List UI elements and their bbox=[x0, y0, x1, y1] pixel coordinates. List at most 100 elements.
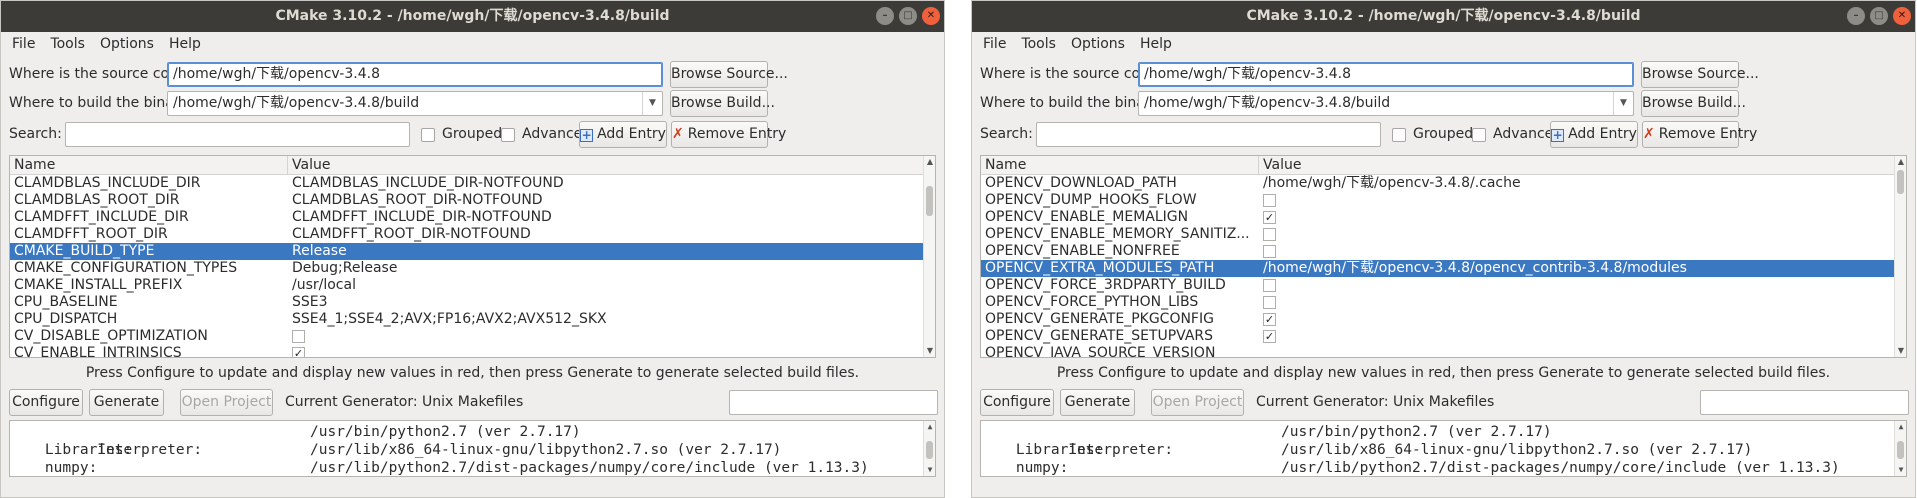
col-name-header[interactable]: Name bbox=[981, 156, 1259, 174]
open-project-button[interactable]: Open Project bbox=[180, 389, 273, 416]
maximize-icon[interactable]: □ bbox=[899, 7, 917, 25]
grouped-checkbox[interactable] bbox=[1392, 128, 1406, 142]
entry-value[interactable]: /home/wgh/下载/opencv-3.4.8/.cache bbox=[1259, 175, 1906, 192]
table-row[interactable]: CV_DISABLE_OPTIMIZATION bbox=[10, 328, 935, 345]
entry-checkbox[interactable]: ✓ bbox=[1263, 313, 1276, 326]
entry-value[interactable]: /home/wgh/下载/opencv-3.4.8/opencv_contrib… bbox=[1259, 260, 1906, 277]
table-row[interactable]: OPENCV_FORCE_PYTHON_LIBS bbox=[981, 294, 1906, 311]
scroll-thumb[interactable] bbox=[926, 186, 933, 216]
scroll-down-icon[interactable]: ▼ bbox=[1895, 464, 1906, 476]
table-row[interactable]: CMAKE_BUILD_TYPE Release bbox=[10, 243, 935, 260]
entry-checkbox[interactable] bbox=[292, 330, 305, 343]
chevron-down-icon[interactable]: ▼ bbox=[1613, 92, 1633, 115]
output-scrollbar[interactable]: ▲ ▼ bbox=[923, 421, 935, 476]
col-name-header[interactable]: Name bbox=[10, 156, 288, 174]
minimize-icon[interactable]: – bbox=[876, 7, 894, 25]
maximize-icon[interactable]: □ bbox=[1870, 7, 1888, 25]
source-input[interactable]: /home/wgh/下载/opencv-3.4.8 bbox=[167, 62, 663, 87]
entry-checkbox[interactable] bbox=[1263, 228, 1276, 241]
table-row[interactable]: CLAMDBLAS_ROOT_DIR CLAMDBLAS_ROOT_DIR-NOT… bbox=[10, 192, 935, 209]
scroll-down-icon[interactable]: ▼ bbox=[924, 464, 935, 476]
scroll-up-icon[interactable]: ▲ bbox=[924, 421, 935, 433]
output-log[interactable]: Interpreter: /usr/bin/python2.7 (ver 2.7… bbox=[9, 420, 936, 477]
table-row[interactable]: OPENCV_DUMP_HOOKS_FLOW bbox=[981, 192, 1906, 209]
cache-table[interactable]: Name Value CLAMDBLAS_INCLUDE_DIR CLAMDBLA… bbox=[9, 155, 936, 358]
table-row[interactable]: OPENCV_ENABLE_MEMALIGN ✓ bbox=[981, 209, 1906, 226]
menu-options[interactable]: Options bbox=[93, 32, 162, 56]
menu-help[interactable]: Help bbox=[162, 32, 209, 56]
output-log[interactable]: Interpreter: /usr/bin/python2.7 (ver 2.7… bbox=[980, 420, 1907, 477]
menu-help[interactable]: Help bbox=[1133, 32, 1180, 56]
table-row[interactable]: OPENCV_FORCE_3RDPARTY_BUILD bbox=[981, 277, 1906, 294]
entry-checkbox[interactable]: ✓ bbox=[1263, 330, 1276, 343]
browse-build-button[interactable]: Browse Build... bbox=[1641, 90, 1746, 117]
add-entry-button[interactable]: + Add Entry bbox=[1550, 121, 1638, 148]
scroll-up-icon[interactable]: ▲ bbox=[924, 156, 935, 168]
table-row[interactable]: CLAMDFFT_INCLUDE_DIR CLAMDFFT_INCLUDE_DIR… bbox=[10, 209, 935, 226]
table-row[interactable]: CPU_DISPATCH SSE4_1;SSE4_2;AVX;FP16;AVX2;… bbox=[10, 311, 935, 328]
table-row[interactable]: CPU_BASELINE SSE3 bbox=[10, 294, 935, 311]
table-row[interactable]: OPENCV_GENERATE_PKGCONFIG ✓ bbox=[981, 311, 1906, 328]
build-combo[interactable]: /home/wgh/下载/opencv-3.4.8/build ▼ bbox=[167, 91, 663, 116]
title-bar[interactable]: CMake 3.10.2 - /home/wgh/下载/opencv-3.4.8… bbox=[972, 1, 1915, 32]
table-row[interactable]: CV_ENABLE_INTRINSICS ✓ bbox=[10, 345, 935, 357]
configure-button[interactable]: Configure bbox=[9, 389, 83, 416]
table-row[interactable]: OPENCV_EXTRA_MODULES_PATH/home/wgh/下载/op… bbox=[981, 260, 1906, 277]
configure-button[interactable]: Configure bbox=[980, 389, 1054, 416]
table-scrollbar[interactable]: ▲ ▼ bbox=[923, 156, 935, 357]
title-bar[interactable]: CMake 3.10.2 - /home/wgh/下载/opencv-3.4.8… bbox=[1, 1, 944, 32]
entry-value[interactable]: SSE4_1;SSE4_2;AVX;FP16;AVX2;AVX512_SKX bbox=[288, 311, 935, 328]
menu-file[interactable]: File bbox=[5, 32, 43, 56]
menu-tools[interactable]: Tools bbox=[43, 32, 93, 56]
grouped-checkbox[interactable] bbox=[421, 128, 435, 142]
remove-entry-button[interactable]: ✗ Remove Entry bbox=[671, 121, 786, 148]
entry-value[interactable] bbox=[1259, 345, 1906, 357]
scroll-thumb[interactable] bbox=[926, 441, 933, 459]
close-icon[interactable]: ✕ bbox=[1893, 7, 1911, 25]
entry-value[interactable]: CLAMDFFT_ROOT_DIR-NOTFOUND bbox=[288, 226, 935, 243]
table-row[interactable]: OPENCV_DOWNLOAD_PATH/home/wgh/下载/opencv-… bbox=[981, 175, 1906, 192]
add-entry-button[interactable]: + Add Entry bbox=[579, 121, 667, 148]
advanced-checkbox[interactable] bbox=[1472, 128, 1486, 142]
search-input[interactable] bbox=[1036, 122, 1381, 147]
table-row[interactable]: OPENCV_JAVA_SOURCE_VERSION bbox=[981, 345, 1906, 357]
entry-checkbox[interactable]: ✓ bbox=[1263, 211, 1276, 224]
remove-entry-button[interactable]: ✗ Remove Entry bbox=[1642, 121, 1757, 148]
open-project-button[interactable]: Open Project bbox=[1151, 389, 1244, 416]
generate-button[interactable]: Generate bbox=[1060, 389, 1135, 416]
entry-value[interactable]: Release bbox=[288, 243, 935, 260]
cache-table[interactable]: Name Value OPENCV_DOWNLOAD_PATH/home/wgh… bbox=[980, 155, 1907, 358]
entry-checkbox[interactable] bbox=[1263, 279, 1276, 292]
generator-field[interactable] bbox=[1700, 390, 1909, 415]
browse-source-button[interactable]: Browse Source... bbox=[670, 61, 788, 88]
scroll-down-icon[interactable]: ▼ bbox=[1895, 345, 1906, 357]
generate-button[interactable]: Generate bbox=[89, 389, 164, 416]
entry-value[interactable]: CLAMDBLAS_INCLUDE_DIR-NOTFOUND bbox=[288, 175, 935, 192]
entry-value[interactable]: Debug;Release bbox=[288, 260, 935, 277]
menu-options[interactable]: Options bbox=[1064, 32, 1133, 56]
menu-tools[interactable]: Tools bbox=[1014, 32, 1064, 56]
chevron-down-icon[interactable]: ▼ bbox=[642, 92, 662, 115]
minimize-icon[interactable]: – bbox=[1847, 7, 1865, 25]
output-scrollbar[interactable]: ▲ ▼ bbox=[1894, 421, 1906, 476]
table-row[interactable]: OPENCV_ENABLE_NONFREE bbox=[981, 243, 1906, 260]
entry-checkbox[interactable]: ✓ bbox=[292, 347, 305, 357]
advanced-checkbox[interactable] bbox=[501, 128, 515, 142]
table-scrollbar[interactable]: ▲ ▼ bbox=[1894, 156, 1906, 357]
table-row[interactable]: OPENCV_ENABLE_MEMORY_SANITIZ... bbox=[981, 226, 1906, 243]
browse-source-button[interactable]: Browse Source... bbox=[1641, 61, 1759, 88]
source-input[interactable]: /home/wgh/下载/opencv-3.4.8 bbox=[1138, 62, 1634, 87]
entry-value[interactable]: /usr/local bbox=[288, 277, 935, 294]
entry-checkbox[interactable] bbox=[1263, 296, 1276, 309]
table-row[interactable]: OPENCV_GENERATE_SETUPVARS ✓ bbox=[981, 328, 1906, 345]
entry-checkbox[interactable] bbox=[1263, 245, 1276, 258]
col-value-header[interactable]: Value bbox=[1259, 156, 1301, 174]
col-value-header[interactable]: Value bbox=[288, 156, 330, 174]
table-row[interactable]: CLAMDFFT_ROOT_DIR CLAMDFFT_ROOT_DIR-NOTFO… bbox=[10, 226, 935, 243]
build-combo[interactable]: /home/wgh/下载/opencv-3.4.8/build ▼ bbox=[1138, 91, 1634, 116]
table-row[interactable]: CMAKE_INSTALL_PREFIX/usr/local bbox=[10, 277, 935, 294]
close-icon[interactable]: ✕ bbox=[922, 7, 940, 25]
entry-checkbox[interactable] bbox=[1263, 194, 1276, 207]
table-row[interactable]: CMAKE_CONFIGURATION_TYPES Debug;Release bbox=[10, 260, 935, 277]
search-input[interactable] bbox=[65, 122, 410, 147]
